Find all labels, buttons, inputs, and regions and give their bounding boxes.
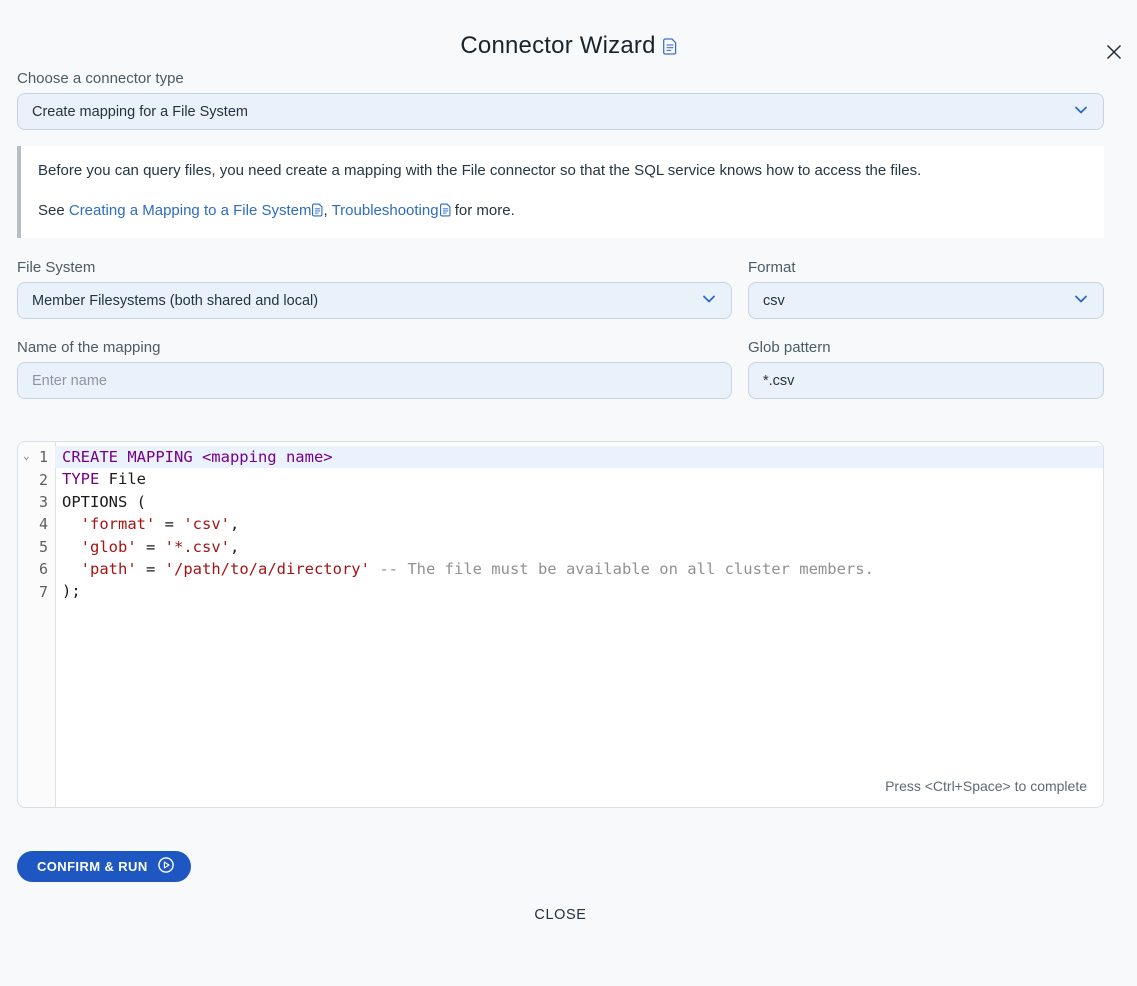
code-text: ); [55, 580, 1103, 602]
code-text: 'path' = '/path/to/a/directory' -- The f… [55, 558, 1103, 580]
code-text: 'format' = 'csv', [55, 513, 1103, 535]
dialog-title: Connector Wizard [460, 32, 655, 60]
info-suffix: for more. [451, 202, 515, 219]
line-number: 2 [18, 471, 55, 489]
link-creating-mapping[interactable]: Creating a Mapping to a File System [69, 202, 324, 219]
close-icon[interactable] [1102, 40, 1126, 64]
document-icon [440, 203, 451, 217]
glob-pattern-label: Glob pattern [748, 339, 1104, 356]
confirm-run-button[interactable]: CONFIRM & RUN [17, 851, 191, 882]
code-line[interactable]: 7); [18, 580, 1103, 602]
format-value: csv [763, 293, 785, 309]
line-number: 7 [18, 583, 55, 601]
code-line[interactable]: 6 'path' = '/path/to/a/directory' -- The… [18, 558, 1103, 580]
format-select[interactable]: csv [748, 282, 1104, 319]
sql-editor[interactable]: ⌄1CREATE MAPPING <mapping name>2TYPE Fil… [17, 441, 1104, 808]
code-line[interactable]: 3OPTIONS ( [18, 491, 1103, 513]
code-line[interactable]: 4 'format' = 'csv', [18, 513, 1103, 535]
mapping-name-input[interactable] [17, 362, 732, 399]
line-number: 3 [18, 493, 55, 511]
close-icon-glyph [1105, 43, 1123, 61]
fold-chevron-icon[interactable]: ⌄ [23, 449, 30, 462]
code-text: 'glob' = '*.csv', [55, 536, 1103, 558]
chevron-down-icon [1073, 291, 1089, 311]
info-text: Before you can query files, you need cre… [38, 161, 1084, 181]
line-number: 5 [18, 538, 55, 556]
format-label: Format [748, 259, 1104, 276]
confirm-run-label: CONFIRM & RUN [37, 859, 148, 874]
connector-type-value: Create mapping for a File System [32, 104, 248, 120]
document-icon[interactable] [663, 38, 677, 55]
document-icon [312, 203, 323, 217]
file-system-select[interactable]: Member Filesystems (both shared and loca… [17, 282, 732, 319]
line-number: ⌄1 [18, 448, 55, 466]
line-number: 6 [18, 560, 55, 578]
play-circle-icon [157, 856, 175, 877]
mapping-name-label: Name of the mapping [17, 339, 732, 356]
close-button[interactable]: CLOSE [534, 907, 586, 923]
connector-type-label: Choose a connector type [17, 70, 1104, 87]
line-number: 4 [18, 515, 55, 533]
info-see: See [38, 202, 69, 219]
info-box: Before you can query files, you need cre… [17, 146, 1104, 238]
code-text: OPTIONS ( [55, 491, 1103, 513]
code-lines: ⌄1CREATE MAPPING <mapping name>2TYPE Fil… [18, 442, 1103, 603]
link-troubleshooting[interactable]: Troubleshooting [332, 202, 451, 219]
file-system-label: File System [17, 259, 732, 276]
file-system-value: Member Filesystems (both shared and loca… [32, 293, 318, 309]
code-line[interactable]: 5 'glob' = '*.csv', [18, 536, 1103, 558]
dialog-header: Connector Wizard [0, 32, 1137, 60]
link-troubleshooting-label: Troubleshooting [332, 202, 439, 219]
info-separator: , [323, 202, 331, 219]
code-text: CREATE MAPPING <mapping name> [55, 446, 1103, 468]
connector-type-select[interactable]: Create mapping for a File System [17, 93, 1104, 130]
chevron-down-icon [1073, 102, 1089, 122]
info-links-line: See Creating a Mapping to a File System,… [38, 201, 1084, 221]
link-creating-mapping-label: Creating a Mapping to a File System [69, 202, 312, 219]
chevron-down-icon [701, 291, 717, 311]
editor-hint: Press <Ctrl+Space> to complete [885, 778, 1087, 794]
code-line[interactable]: 2TYPE File [18, 468, 1103, 490]
code-line[interactable]: ⌄1CREATE MAPPING <mapping name> [18, 446, 1103, 468]
code-text: TYPE File [55, 468, 1103, 490]
glob-pattern-input[interactable] [748, 362, 1104, 399]
